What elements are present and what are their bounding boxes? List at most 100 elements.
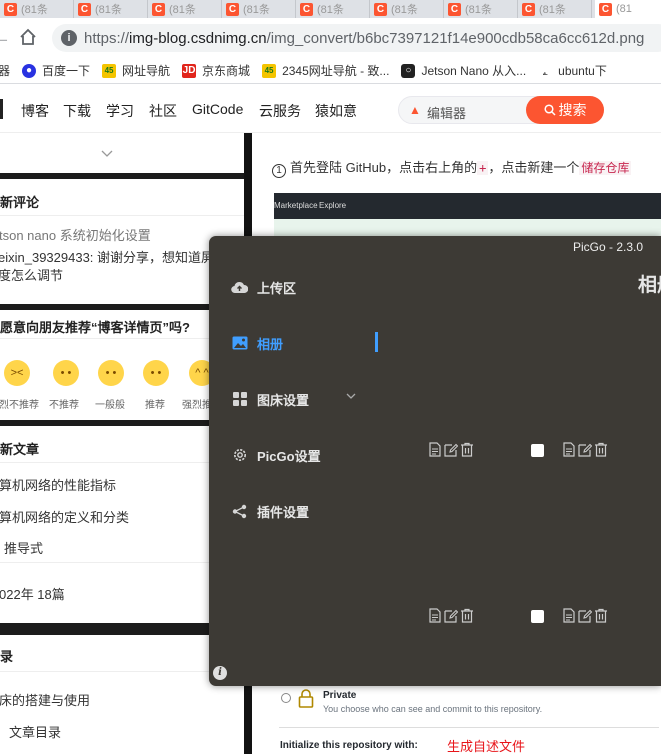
gh-nav-marketplace: Marketplace: [274, 201, 318, 210]
rating-not-recommend-icon[interactable]: • •: [53, 360, 79, 386]
archive-link[interactable]: 022年 18篇: [0, 584, 65, 603]
rating-strongly-not-recommend-icon[interactable]: ><: [4, 360, 30, 386]
bookmark-item[interactable]: 45 2345网址导航 - 致...: [262, 62, 389, 79]
edit-icon[interactable]: [578, 608, 592, 623]
csdn-header: 博客 下载 学习 社区 GitCode 云服务 猿如意 ▲ 编辑器 搜索: [0, 85, 661, 133]
browser-tab[interactable]: C (81条: [296, 0, 370, 18]
select-checkbox[interactable]: [531, 610, 544, 623]
url-host: img-blog.csdnimg.cn: [129, 29, 267, 47]
image-icon: [231, 335, 248, 352]
article-link[interactable]: 算机网络的性能指标: [0, 475, 116, 494]
nav-community[interactable]: 社区: [149, 101, 177, 121]
chevron-down-icon[interactable]: [345, 390, 357, 402]
bookmark-label: 网址导航: [122, 64, 171, 78]
url-bar[interactable]: i https://img-blog.csdnimg.cn/img_conver…: [52, 24, 661, 52]
article-link[interactable]: 推导式: [4, 538, 43, 557]
tab-label: (81条: [243, 4, 270, 16]
bookmark-item[interactable]: ● 百度一下: [22, 62, 90, 79]
browser-tab[interactable]: C (81条: [518, 0, 592, 18]
bookmark-item[interactable]: 器: [0, 62, 10, 79]
neutral-face-icon: • •: [105, 367, 117, 379]
menu-plugin-settings[interactable]: 插件设置: [231, 499, 309, 523]
card-divider: [0, 215, 244, 216]
menu-label: PicGo设置: [257, 448, 321, 464]
sidebar-gap: [0, 623, 244, 635]
home-icon[interactable]: [18, 28, 38, 48]
sad-face-icon: • •: [60, 367, 72, 379]
private-radio[interactable]: [281, 693, 291, 703]
sidebar-collapse-card: [0, 133, 244, 173]
edit-icon[interactable]: [444, 442, 458, 457]
menu-label: 插件设置: [257, 504, 310, 520]
baidu-icon: ●: [22, 63, 37, 78]
browser-tab-active[interactable]: C (81: [595, 0, 661, 18]
site-info-icon[interactable]: i: [61, 30, 77, 46]
step-number: 1: [272, 164, 286, 178]
new-articles-card: 新文章 算机网络的性能指标 算机网络的定义和分类 推导式 022年 18篇: [0, 426, 244, 623]
csdn-favicon-icon: C: [448, 2, 461, 16]
copy-icon[interactable]: [428, 442, 442, 457]
menu-upload[interactable]: 上传区: [231, 275, 296, 299]
rating-label: 不推荐: [49, 400, 79, 411]
browser-tab[interactable]: C (81条: [370, 0, 444, 18]
share-icon: [231, 503, 248, 520]
comment-post-link[interactable]: tson nano 系统初始化设置: [0, 225, 151, 244]
delete-icon[interactable]: [460, 442, 474, 457]
picgo-title: PicGo - 2.3.0: [573, 240, 644, 254]
ubuntu-icon: ۦ: [538, 63, 553, 78]
search-button[interactable]: 搜索: [526, 96, 604, 124]
toc-item[interactable]: 床的搭建与使用: [0, 690, 90, 709]
delete-icon[interactable]: [460, 608, 474, 623]
copy-icon[interactable]: [562, 442, 576, 457]
bookmarks-bar: 器 ●百度一下 45网址导航 JD京东商城 452345网址导航 - 致... …: [0, 58, 661, 84]
rating-recommend-icon[interactable]: • •: [143, 360, 169, 386]
delete-icon[interactable]: [594, 442, 608, 457]
tab-label: (81条: [539, 4, 566, 16]
comment-text[interactable]: eixin_39329433: 谢谢分享，想知道屏幕: [0, 247, 227, 266]
bookmark-label: 器: [0, 62, 10, 79]
menu-gallery[interactable]: 相册: [231, 331, 283, 355]
private-description: You choose who can see and commit to thi…: [323, 704, 543, 714]
rating-neutral-icon[interactable]: • •: [98, 360, 124, 386]
browser-tab[interactable]: C (81条: [148, 0, 222, 18]
nav-learn[interactable]: 学习: [106, 101, 134, 121]
back-arrow-icon[interactable]: ←: [0, 28, 12, 48]
toc-item[interactable]: 文章目录: [9, 722, 61, 741]
edit-icon[interactable]: [578, 442, 592, 457]
edit-icon[interactable]: [444, 608, 458, 623]
step-text: 首先登陆 GitHub，点击右上角的: [290, 160, 478, 175]
copy-icon[interactable]: [428, 608, 442, 623]
picgo-window: PicGo - 2.3.0 上传区 相册 图床设置 PicGo设置 插件设置 相…: [209, 236, 661, 686]
toc-title: 录: [0, 649, 14, 664]
chevron-down-icon[interactable]: [101, 150, 113, 158]
image-actions: [428, 442, 476, 457]
menu-picgo-settings[interactable]: PicGo设置: [231, 443, 321, 467]
browser-tab-strip: C (81条 C (81条 C (81条 C (81条 C (81条 C (81条 C (81…: [0, 0, 661, 18]
bookmark-item[interactable]: ○ Jetson Nano 从入...: [401, 62, 526, 79]
info-icon[interactable]: i: [213, 666, 227, 680]
menu-bed-settings[interactable]: 图床设置: [231, 387, 309, 411]
csdn-favicon-icon: C: [374, 2, 387, 16]
nav-cloud[interactable]: 云服务: [259, 101, 301, 121]
copy-icon[interactable]: [562, 608, 576, 623]
bookmark-label: ubuntu下: [558, 64, 607, 78]
bookmark-item[interactable]: 45 网址导航: [102, 62, 170, 79]
nav-blog[interactable]: 博客: [21, 101, 49, 121]
active-indicator: [375, 332, 378, 352]
csdn-favicon-icon: C: [4, 2, 17, 16]
browser-tab[interactable]: C (81条: [222, 0, 296, 18]
nav-download[interactable]: 下载: [63, 101, 91, 121]
article-link[interactable]: 算机网络的定义和分类: [0, 507, 129, 526]
browser-tab[interactable]: C (81条: [444, 0, 518, 18]
browser-tab[interactable]: C (81条: [74, 0, 148, 18]
nav-yuanruyi[interactable]: 猿如意: [315, 101, 357, 121]
bookmark-item[interactable]: JD 京东商城: [182, 62, 250, 79]
image-actions: [428, 608, 476, 623]
search-icon: [543, 104, 556, 116]
delete-icon[interactable]: [594, 608, 608, 623]
nav-gitcode[interactable]: GitCode: [192, 101, 243, 117]
browser-tab[interactable]: C (81条: [0, 0, 74, 18]
separator: [279, 727, 659, 728]
select-checkbox[interactable]: [531, 444, 544, 457]
bookmark-item[interactable]: ۦ ubuntu下: [538, 62, 607, 79]
